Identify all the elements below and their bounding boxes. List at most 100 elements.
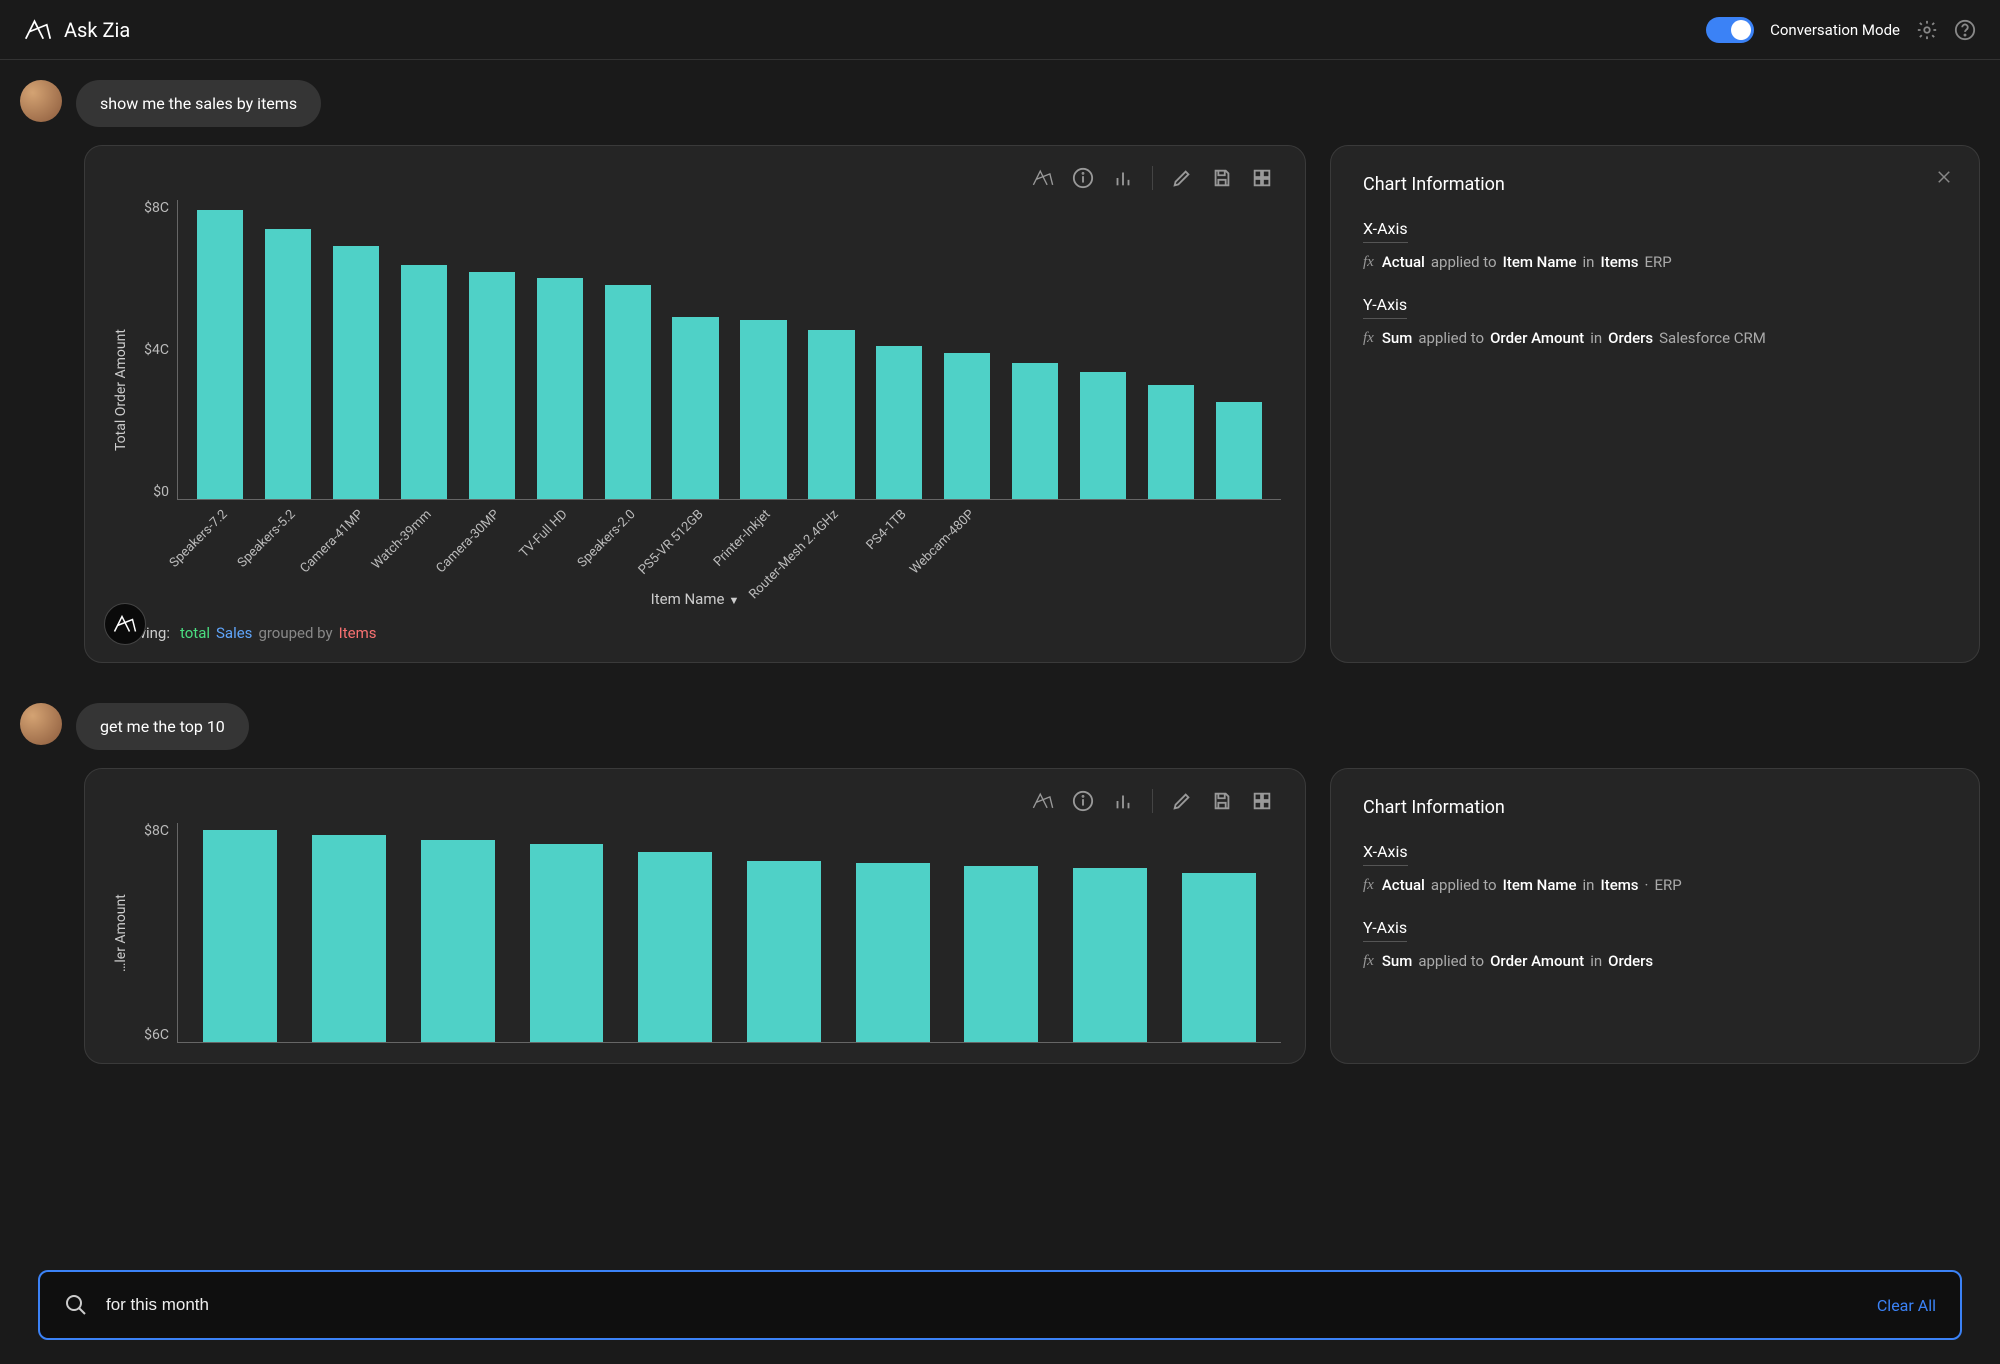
fx-icon: fx — [1363, 877, 1374, 894]
y-axis-ticks: $8C $4C $0 — [133, 200, 177, 580]
toolbar-divider — [1152, 166, 1153, 190]
bar[interactable] — [808, 330, 854, 499]
bar[interactable] — [530, 844, 604, 1042]
bar-wrap — [186, 823, 295, 1042]
bar-category-label: Camera-30MP — [433, 507, 502, 576]
user-message-row: get me the top 10 — [20, 703, 1980, 750]
bar[interactable] — [421, 840, 495, 1042]
bar-category-label: Printer-Inkjet — [711, 507, 774, 570]
y-axis-label: Total Order Amount — [109, 200, 133, 580]
user-message-row: show me the sales by items — [20, 80, 1980, 127]
bar[interactable] — [203, 830, 277, 1042]
x-axis-heading: X-Axis — [1363, 219, 1408, 243]
bar-wrap — [621, 823, 730, 1042]
bar[interactable] — [740, 320, 786, 499]
bar[interactable] — [312, 835, 386, 1042]
bar-wrap — [512, 823, 621, 1042]
y-tick: $8C — [133, 823, 169, 839]
bar[interactable] — [605, 285, 651, 500]
bar[interactable] — [1073, 868, 1147, 1042]
search-icon — [64, 1293, 88, 1317]
chart-toolbar — [109, 789, 1281, 813]
close-icon[interactable] — [1935, 168, 1953, 186]
bar-wrap — [1164, 823, 1273, 1042]
response-block: …ler Amount $8C $6C Chart Information X-… — [84, 768, 1980, 1064]
bar-chart-icon[interactable] — [1112, 790, 1134, 812]
x-axis-heading: X-Axis — [1363, 842, 1408, 866]
y-tick: $6C — [133, 1027, 169, 1043]
chart-panel: Total Order Amount $8C $4C $0 Speakers-7… — [84, 145, 1306, 663]
bar[interactable] — [964, 866, 1038, 1042]
bar-wrap: Webcam-480P — [933, 200, 1001, 499]
fx-icon: fx — [1363, 953, 1374, 970]
bar-wrap: Router-Mesh 2.4GHz — [797, 200, 865, 499]
bar-category-label: Speakers-5.2 — [235, 507, 299, 571]
toolbar-divider — [1152, 789, 1153, 813]
bar[interactable] — [672, 317, 718, 499]
y-axis-heading: Y-Axis — [1363, 295, 1407, 319]
bar[interactable] — [401, 265, 447, 499]
bar-category-label: Webcam-480P — [908, 507, 978, 577]
y-axis-heading: Y-Axis — [1363, 918, 1407, 942]
info-icon[interactable] — [1072, 167, 1094, 189]
bar[interactable] — [876, 346, 922, 499]
bar[interactable] — [1148, 385, 1194, 499]
bar-category-label: PS5-VR 512GB — [635, 507, 706, 578]
bar[interactable] — [1080, 372, 1126, 499]
y-axis-detail: fx Sum applied to Order Amount in Orders… — [1363, 329, 1947, 347]
bar[interactable] — [856, 863, 930, 1042]
bar-wrap: Camera-41MP — [322, 200, 390, 499]
zia-icon[interactable] — [1032, 167, 1054, 189]
bar[interactable] — [333, 246, 379, 500]
bar-wrap: Speakers-5.2 — [254, 200, 322, 499]
fx-icon: fx — [1363, 254, 1374, 271]
clear-all-button[interactable]: Clear All — [1877, 1296, 1936, 1315]
query-input-bar: Clear All — [38, 1270, 1962, 1340]
bar[interactable] — [197, 210, 243, 499]
info-icon[interactable] — [1072, 790, 1094, 812]
bar[interactable] — [265, 229, 311, 499]
bar[interactable] — [1216, 402, 1262, 500]
chart-panel: …ler Amount $8C $6C — [84, 768, 1306, 1064]
x-axis-detail: fx Actual applied to Item Name in Items … — [1363, 253, 1947, 271]
zia-icon[interactable] — [1032, 790, 1054, 812]
bar-plot: Speakers-7.2Speakers-5.2Camera-41MPWatch… — [177, 200, 1281, 500]
x-axis-label[interactable]: Item Name▼ — [109, 590, 1281, 608]
bar-wrap — [1205, 200, 1273, 499]
user-avatar — [20, 703, 62, 745]
bar[interactable] — [747, 861, 821, 1042]
bar[interactable] — [944, 353, 990, 499]
y-axis-label: …ler Amount — [109, 823, 133, 1043]
save-icon[interactable] — [1211, 167, 1233, 189]
bar-category-label: Camera-41MP — [297, 507, 366, 576]
grid-icon[interactable] — [1251, 167, 1273, 189]
user-message-bubble: get me the top 10 — [76, 703, 249, 750]
bar-category-label: Speakers-2.0 — [574, 507, 638, 571]
edit-icon[interactable] — [1171, 790, 1193, 812]
bar[interactable] — [1012, 363, 1058, 499]
chart-info-panel: Chart Information X-Axis fx Actual appli… — [1330, 145, 1980, 663]
bar-chart-icon[interactable] — [1112, 167, 1134, 189]
grid-icon[interactable] — [1251, 790, 1273, 812]
edit-icon[interactable] — [1171, 167, 1193, 189]
help-icon[interactable] — [1954, 19, 1976, 41]
bar-wrap — [403, 823, 512, 1042]
gear-icon[interactable] — [1916, 19, 1938, 41]
info-panel-title: Chart Information — [1363, 174, 1947, 195]
query-input[interactable] — [106, 1295, 1859, 1315]
bot-avatar — [104, 603, 146, 645]
app-title: Ask Zia — [64, 18, 1706, 42]
conversation-mode-toggle[interactable] — [1706, 17, 1754, 43]
bar[interactable] — [537, 278, 583, 499]
bar[interactable] — [638, 852, 712, 1042]
bar-wrap — [1069, 200, 1137, 499]
chevron-down-icon: ▼ — [728, 594, 739, 607]
save-icon[interactable] — [1211, 790, 1233, 812]
bar[interactable] — [469, 272, 515, 500]
bar-wrap: TV-Full HD — [526, 200, 594, 499]
bar-wrap: PS4-1TB — [865, 200, 933, 499]
bar-wrap: Watch-39mm — [390, 200, 458, 499]
user-message-bubble: show me the sales by items — [76, 80, 321, 127]
bar-category-label: TV-Full HD — [516, 507, 570, 561]
bar[interactable] — [1182, 873, 1256, 1042]
